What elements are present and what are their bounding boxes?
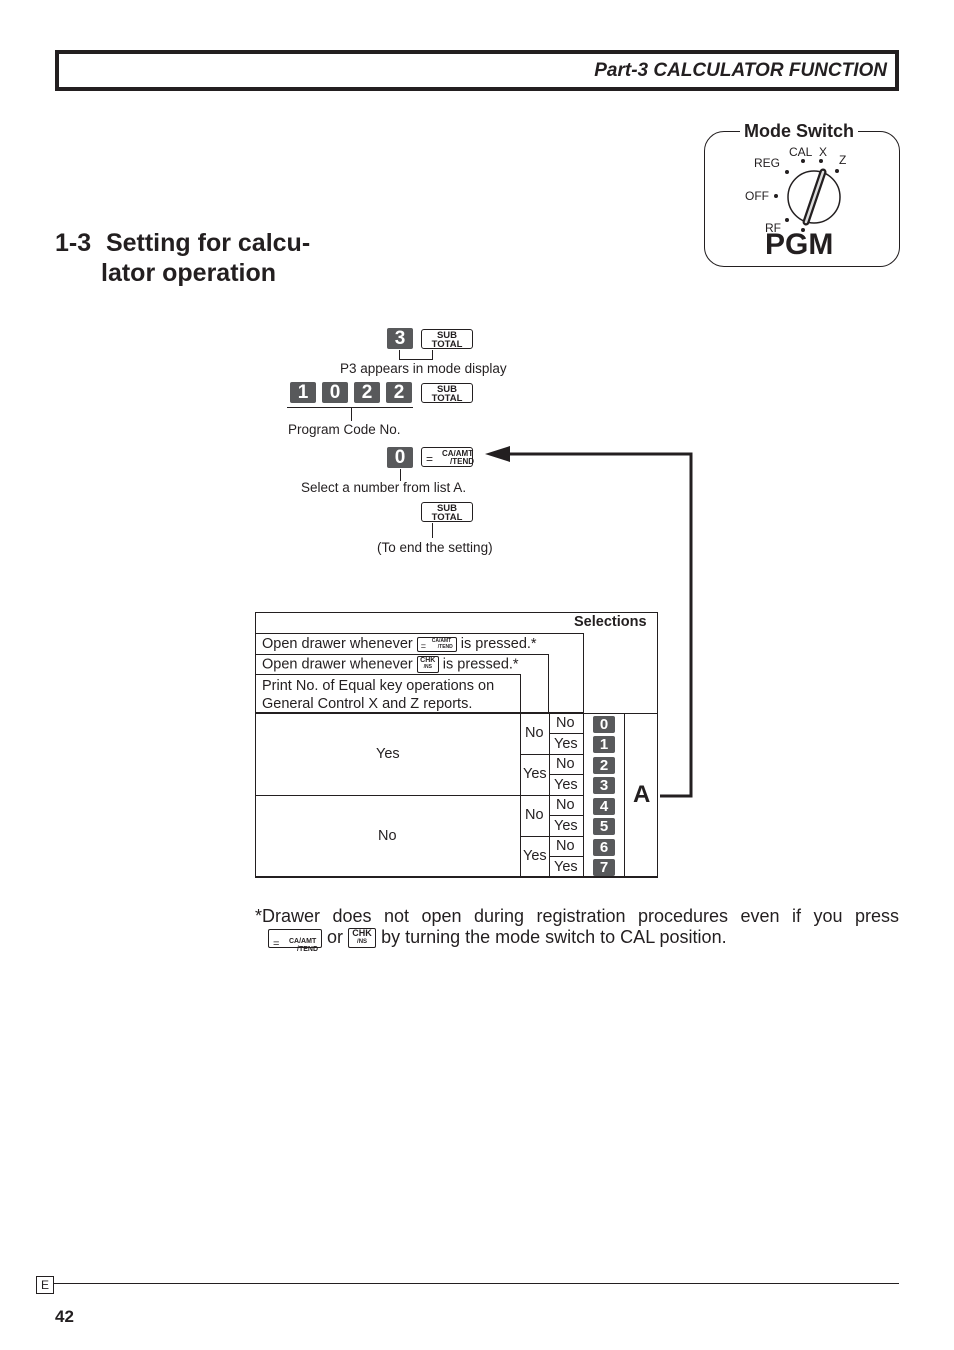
subtotal-key-2[interactable]: SUB TOTAL xyxy=(421,383,473,403)
dot-z xyxy=(835,169,839,173)
value-key: 6 xyxy=(593,839,615,856)
col3-cell: Yes xyxy=(554,736,578,752)
dot-off xyxy=(774,194,778,198)
tend-label: /TEND xyxy=(450,457,474,466)
page-number: 42 xyxy=(55,1307,74,1326)
desc-row-3: Print No. of Equal key operations on Gen… xyxy=(262,678,495,712)
section-title-line1: Setting for calcu- xyxy=(105,229,311,257)
footnote-line2-text: by turning the mode switch to CAL positi… xyxy=(381,927,727,947)
subtotal-key-3[interactable]: SUB TOTAL xyxy=(421,502,473,522)
value-key: 1 xyxy=(593,736,615,753)
mode-switch-title: Mode Switch xyxy=(740,121,859,142)
footnote-line2: = CA/AMT/TEND or CHK/NS by turning the mo… xyxy=(255,927,899,953)
footnote-or: or xyxy=(327,927,344,947)
table-header-selections: Selections xyxy=(574,614,647,630)
header-bar: Part-3 CALCULATOR FUNCTION xyxy=(55,50,899,91)
ca-amt-tend-key[interactable]: = CA/AMT /TEND xyxy=(421,447,474,467)
section-title: 1-3 Setting for calcu- lator operation xyxy=(55,228,310,288)
dot-x xyxy=(819,159,823,163)
subtotal-bottom: TOTAL xyxy=(431,512,463,523)
language-badge: E xyxy=(36,1276,54,1294)
col3-cell: No xyxy=(556,838,575,854)
desc-row-2: Open drawer whenever CHK/NS is pressed.* xyxy=(262,656,519,673)
col2-cell: Yes xyxy=(523,766,547,782)
dot-pgm xyxy=(801,228,805,232)
footer-divider xyxy=(54,1283,899,1284)
value-key: 2 xyxy=(593,757,615,774)
footnote: *Drawer does not open during registratio… xyxy=(255,906,899,953)
col2-cell: No xyxy=(525,725,544,741)
col3-cell: Yes xyxy=(554,818,578,834)
part-title: Part-3 CALCULATOR FUNCTION xyxy=(594,60,887,81)
key-0[interactable]: 0 xyxy=(387,447,413,468)
key-0[interactable]: 0 xyxy=(322,382,348,403)
col3-cell: No xyxy=(556,797,575,813)
key-2[interactable]: 2 xyxy=(354,382,380,403)
value-key: 0 xyxy=(593,716,615,733)
mode-switch-dial[interactable] xyxy=(740,150,860,240)
subtotal-bottom: TOTAL xyxy=(431,339,463,350)
value-key: 4 xyxy=(593,798,615,815)
col3-cell: Yes xyxy=(554,859,578,875)
value-key: 5 xyxy=(593,818,615,835)
ca-amt-tend-key-icon: = CA/AMT/TEND xyxy=(268,928,322,953)
ca-amt-tend-key-icon: = CA/AMT/TEND xyxy=(416,636,457,652)
desc-row-1: Open drawer whenever = CA/AMT/TEND is pre… xyxy=(262,636,537,652)
dot-cal xyxy=(801,159,805,163)
col3-cell: No xyxy=(556,715,575,731)
key-3[interactable]: 3 xyxy=(387,328,413,349)
eq-sign: = xyxy=(426,452,434,466)
arrow-head xyxy=(485,446,510,462)
section-number: 1-3 xyxy=(55,229,92,257)
col2-cell: Yes xyxy=(523,848,547,864)
col3-cell: No xyxy=(556,756,575,772)
value-key: 3 xyxy=(593,777,615,794)
step4-note: (To end the setting) xyxy=(377,540,493,555)
chk-ns-key-icon: CHK/NS xyxy=(416,656,439,673)
step1-note: P3 appears in mode display xyxy=(340,361,507,376)
col1-yes: Yes xyxy=(376,746,400,762)
subtotal-key-1[interactable]: SUB TOTAL xyxy=(421,329,473,349)
col3-cell: Yes xyxy=(554,777,578,793)
col2-cell: No xyxy=(525,807,544,823)
chk-ns-key-icon: CHK/NS xyxy=(348,928,377,949)
list-a-label: A xyxy=(633,781,651,808)
section-title-line2: lator operation xyxy=(101,259,277,287)
col1-no: No xyxy=(378,828,397,844)
key-2[interactable]: 2 xyxy=(386,382,412,403)
footnote-line1: *Drawer does not open during registratio… xyxy=(255,906,899,926)
value-key: 7 xyxy=(593,859,615,876)
step3-note: Select a number from list A. xyxy=(301,480,467,495)
dot-reg xyxy=(785,170,789,174)
dot-rf xyxy=(785,218,789,222)
subtotal-bottom: TOTAL xyxy=(431,393,463,404)
key-1[interactable]: 1 xyxy=(290,382,316,403)
step2-note: Program Code No. xyxy=(288,422,401,437)
